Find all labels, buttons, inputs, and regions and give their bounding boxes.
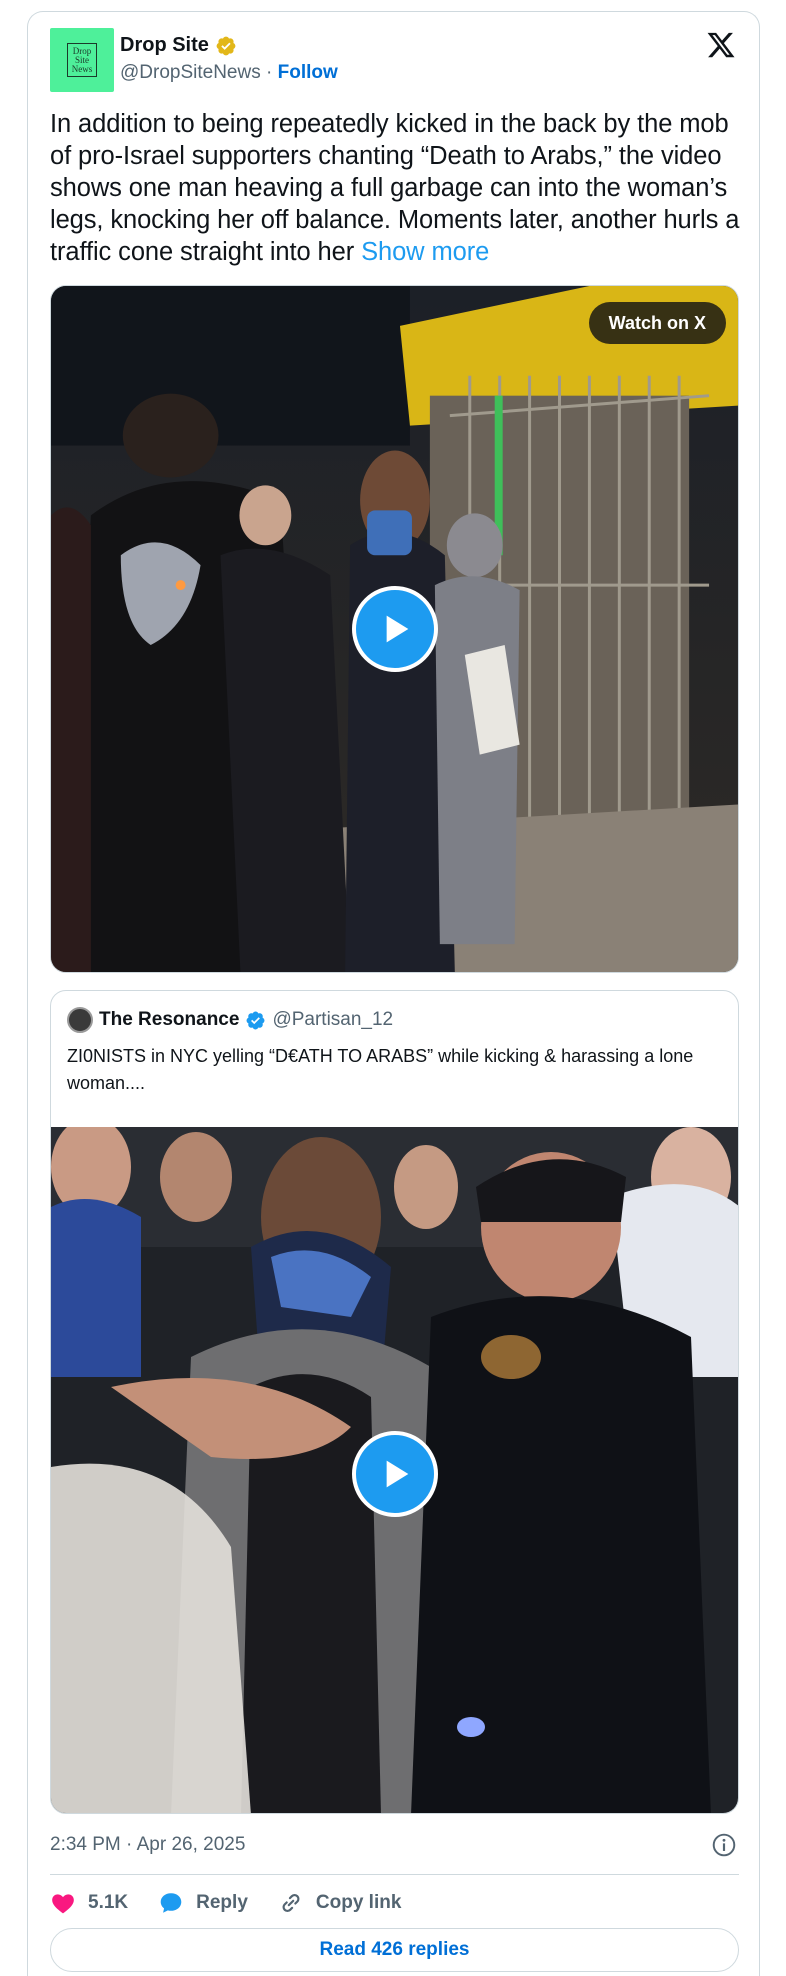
play-icon[interactable] bbox=[352, 586, 438, 672]
author-handle[interactable]: @DropSiteNews bbox=[120, 62, 261, 83]
author-handle-row: @DropSiteNews · Follow bbox=[120, 62, 338, 84]
play-icon[interactable] bbox=[352, 1431, 438, 1517]
embedded-tweet-card: Drop Site News Drop Site @DropSiteNews ·… bbox=[27, 11, 760, 1976]
reply-label: Reply bbox=[196, 1892, 248, 1913]
reply-bubble-icon bbox=[160, 1893, 182, 1913]
follow-button[interactable]: Follow bbox=[278, 62, 338, 83]
tweet-text: In addition to being repeatedly kicked i… bbox=[50, 108, 750, 268]
action-bar: 5.1K Reply Copy link bbox=[50, 1886, 431, 1920]
quote-text: ZI0NISTS in NYC yelling “D€ATH TO ARABS”… bbox=[67, 1046, 694, 1093]
copy-link-label: Copy link bbox=[315, 1892, 402, 1913]
like-count: 5.1K bbox=[88, 1892, 129, 1913]
reply-button[interactable]: Reply bbox=[158, 1890, 248, 1916]
link-icon bbox=[282, 1893, 300, 1913]
copy-link-button[interactable]: Copy link bbox=[278, 1890, 402, 1916]
avatar-logo: Drop Site News bbox=[67, 43, 97, 77]
quote-author-handle[interactable]: @Partisan_12 bbox=[272, 1009, 393, 1031]
play-triangle-icon bbox=[386, 1460, 409, 1488]
heart-icon bbox=[52, 1894, 74, 1914]
info-icon[interactable] bbox=[711, 1832, 737, 1858]
quote-avatar[interactable] bbox=[67, 1007, 93, 1033]
verified-badge-icon bbox=[246, 1011, 265, 1029]
video-player-main[interactable]: Watch on X bbox=[50, 285, 739, 973]
verified-badge-icon bbox=[216, 36, 236, 55]
tweet-timestamp[interactable]: 2:34 PM · Apr 26, 2025 bbox=[50, 1834, 245, 1856]
divider bbox=[50, 1874, 739, 1875]
separator-dot: · bbox=[266, 62, 273, 83]
x-logo-icon[interactable] bbox=[705, 30, 737, 60]
show-more-link[interactable]: Show more bbox=[361, 238, 489, 266]
like-button[interactable]: 5.1K bbox=[50, 1890, 128, 1916]
author-avatar[interactable]: Drop Site News bbox=[50, 28, 114, 92]
play-triangle-icon bbox=[386, 615, 409, 643]
quote-header: The Resonance @Partisan_12 bbox=[67, 1007, 393, 1033]
quoted-tweet[interactable]: The Resonance @Partisan_12 ZI0NISTS in N… bbox=[50, 990, 739, 1814]
video-player-quoted[interactable] bbox=[51, 1127, 738, 1813]
watch-on-x-button[interactable]: Watch on X bbox=[588, 302, 726, 344]
avatar-line-3: News bbox=[71, 63, 93, 74]
author-name-row: Drop Site bbox=[120, 34, 237, 57]
read-replies-button[interactable]: Read 426 replies bbox=[50, 1928, 739, 1972]
quote-author-name[interactable]: The Resonance bbox=[99, 1009, 239, 1031]
author-name[interactable]: Drop Site bbox=[120, 34, 209, 57]
